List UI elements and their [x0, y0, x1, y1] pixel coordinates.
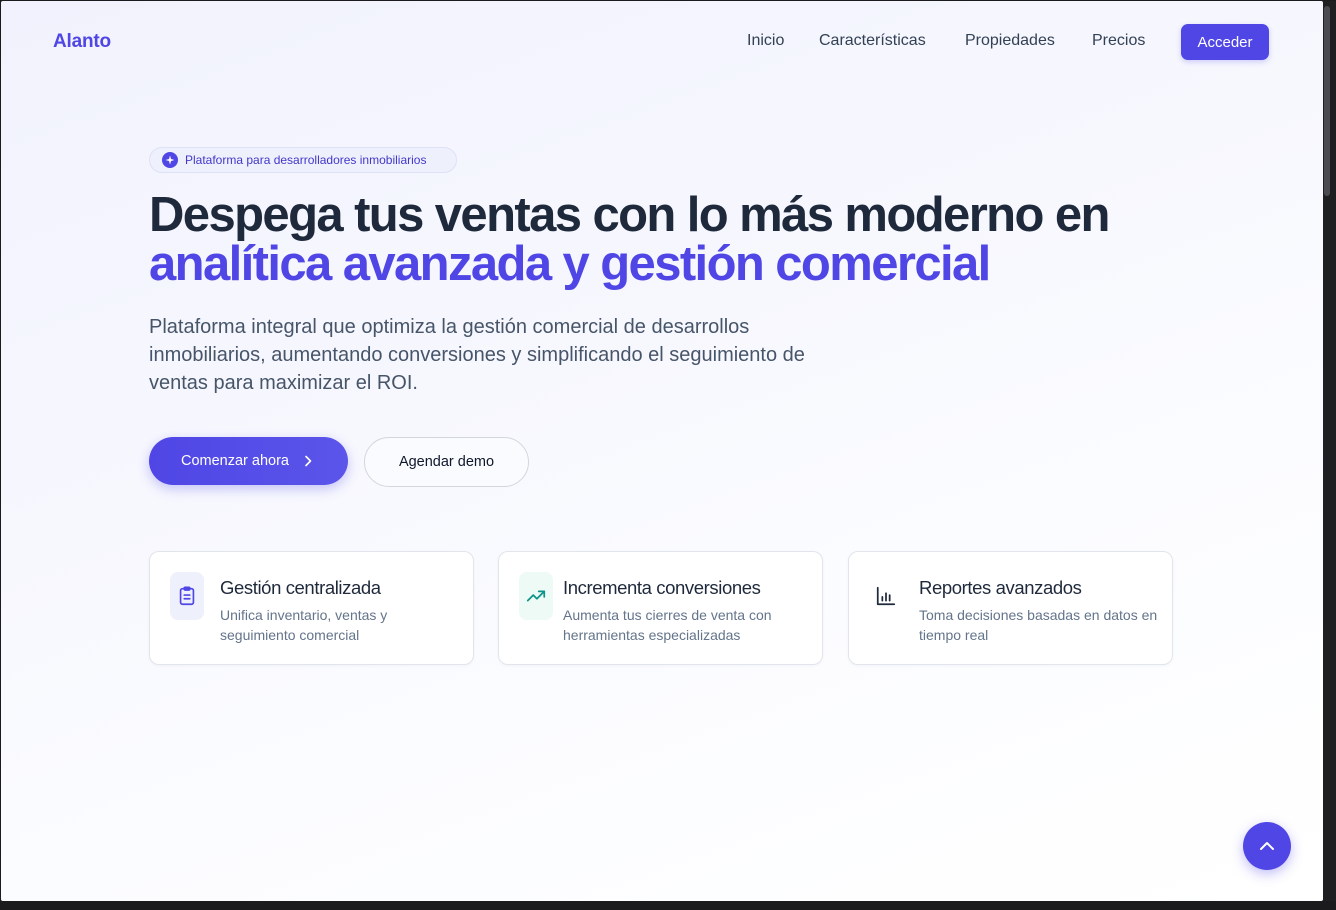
feature-title: Gestión centralizada: [220, 577, 381, 598]
feature-title: Incrementa conversiones: [563, 577, 761, 598]
start-now-label: Comenzar ahora: [181, 453, 289, 469]
clipboard-icon: [170, 572, 204, 620]
feature-title: Reportes avanzados: [919, 577, 1082, 598]
chevron-up-icon: [1257, 836, 1277, 856]
feature-desc: Aumenta tus cierres de venta con herrami…: [563, 607, 772, 643]
start-now-button[interactable]: Comenzar ahora: [149, 437, 348, 485]
feature-card-reports: Reportes avanzados Toma decisiones basad…: [848, 551, 1173, 665]
trending-up-icon: [519, 572, 553, 620]
nav-link-propiedades[interactable]: Propiedades: [965, 32, 1055, 50]
scroll-to-top-button[interactable]: [1243, 822, 1291, 870]
hero-badge: Plataforma para desarrolladores inmobili…: [149, 147, 457, 173]
feature-desc: Unifica inventario, ventas y seguimiento…: [220, 607, 388, 643]
page-viewport: Alanto Inicio Características Propiedade…: [1, 1, 1323, 901]
schedule-demo-button[interactable]: Agendar demo: [364, 437, 529, 487]
bar-chart-icon: [869, 572, 903, 620]
badge-text: Plataforma para desarrolladores inmobili…: [185, 153, 427, 167]
login-button[interactable]: Acceder: [1181, 24, 1269, 60]
chevron-right-icon: [303, 455, 313, 467]
nav-link-precios[interactable]: Precios: [1092, 32, 1145, 50]
brand-logo[interactable]: Alanto: [53, 31, 111, 53]
nav-link-inicio[interactable]: Inicio: [747, 32, 784, 50]
hero-title-line2: analítica avanzada y gestión comercial: [149, 237, 991, 291]
feature-card-centralized: Gestión centralizada Unifica inventario,…: [149, 551, 474, 665]
sparkle-icon: [162, 152, 178, 168]
hero-title: Despega tus ventas con lo más moderno en…: [149, 191, 1249, 289]
scrollbar-thumb[interactable]: [1324, 6, 1330, 196]
hero-subtitle: Plataforma integral que optimiza la gest…: [149, 316, 805, 394]
hero-title-line1: Despega tus ventas con lo más moderno en: [149, 188, 1110, 242]
feature-card-conversions: Incrementa conversiones Aumenta tus cier…: [498, 551, 823, 665]
feature-desc: Toma decisiones basadas en datos en tiem…: [919, 607, 1158, 643]
nav-link-caracteristicas[interactable]: Características: [819, 32, 926, 50]
